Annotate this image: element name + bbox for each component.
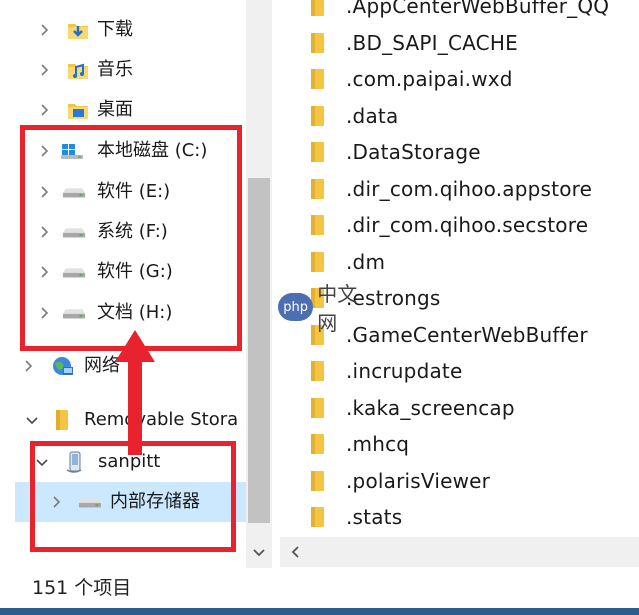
nav-item-label: 桌面 <box>97 99 133 120</box>
downloads-folder-icon <box>66 10 90 50</box>
file-list-item[interactable]: .mhcq <box>280 426 639 462</box>
file-name: .com.paipai.wxd <box>346 67 513 91</box>
file-list-item[interactable]: .data <box>280 98 639 134</box>
file-name: .GameCenterWebBuffer <box>346 322 588 347</box>
chevron-right-icon[interactable] <box>33 50 55 90</box>
watermark: php 中文网 <box>278 282 376 335</box>
file-list-item[interactable]: .dir_com.qihoo.appstore <box>280 171 639 207</box>
file-list-item[interactable]: .dir_com.qihoo.secstore <box>280 207 639 243</box>
pane-splitter[interactable] <box>272 0 280 568</box>
file-name: .BD_SAPI_CACHE <box>346 30 518 55</box>
nav-item-2[interactable]: 桌面 <box>0 90 246 130</box>
nav-scroll-thumb[interactable] <box>248 178 270 523</box>
nav-item-label: 音乐 <box>97 59 133 80</box>
file-list-item[interactable]: .polarisViewer <box>280 463 639 499</box>
chevron-right-icon[interactable] <box>17 346 39 386</box>
file-name: .polarisViewer <box>346 468 491 493</box>
folder-icon <box>308 353 336 389</box>
chevron-right-icon[interactable] <box>33 90 55 130</box>
chevron-down-icon[interactable] <box>21 400 43 440</box>
folder-icon <box>308 0 336 24</box>
nav-item-1[interactable]: 音乐 <box>0 50 246 90</box>
file-list-item[interactable]: .BD_SAPI_CACHE <box>280 25 639 61</box>
watermark-text: 中文网 <box>317 282 358 335</box>
window-bottom-edge <box>0 608 639 615</box>
file-list: .AppCenterWebBuffer_QQ .BD_SAPI_CACHE .com… <box>280 0 639 535</box>
folder-icon <box>308 207 336 243</box>
nav-vertical-scrollbar[interactable] <box>246 0 272 568</box>
scroll-down-icon[interactable] <box>246 542 272 564</box>
chevron-right-icon[interactable] <box>33 10 55 50</box>
annotation-arrow-icon <box>115 330 155 455</box>
file-name: .DataStorage <box>346 140 481 164</box>
file-list-item[interactable]: .stats <box>280 499 639 535</box>
file-list-horizontal-scrollbar[interactable] <box>280 537 639 567</box>
folder-icon <box>308 61 336 97</box>
folder-icon <box>308 25 336 61</box>
annotation-box-local-drives <box>20 125 242 351</box>
status-bar: 151 个项目 <box>0 568 639 608</box>
folder-icon <box>308 499 336 535</box>
file-name: .stats <box>346 505 403 529</box>
folder-icon <box>308 390 336 426</box>
folder-icon <box>308 171 336 207</box>
folder-icon <box>308 244 336 280</box>
file-list-item[interactable]: .com.paipai.wxd <box>280 61 639 97</box>
file-name: .incrupdate <box>346 359 463 383</box>
file-list-item[interactable]: .DataStorage <box>280 134 639 170</box>
folder-icon <box>308 134 336 170</box>
file-name: .data <box>346 103 399 128</box>
folder-icon <box>308 426 336 462</box>
file-list-item[interactable]: .incrupdate <box>280 353 639 389</box>
network-icon <box>50 346 74 386</box>
folder-icon <box>50 400 74 440</box>
nav-item-label: 下载 <box>97 19 133 40</box>
nav-item-0[interactable]: 下载 <box>0 10 246 50</box>
file-name: .dir_com.qihoo.secstore <box>346 213 589 237</box>
file-name: .mhcq <box>346 432 410 456</box>
nav-item-label: Removable Stora <box>84 409 239 430</box>
folder-icon <box>308 98 336 134</box>
file-name: .dir_com.qihoo.appstore <box>346 176 593 201</box>
item-count: 151 个项目 <box>32 577 132 599</box>
scroll-left-icon[interactable] <box>286 541 306 563</box>
desktop-folder-icon <box>66 90 90 130</box>
file-list-item[interactable]: .AppCenterWebBuffer_QQ <box>280 0 639 24</box>
file-list-item[interactable]: .dm <box>280 244 639 280</box>
file-name: .dm <box>346 249 386 274</box>
file-name: .AppCenterWebBuffer_QQ <box>346 0 610 18</box>
music-folder-icon <box>66 50 90 90</box>
file-name: .kaka_screencap <box>346 395 515 420</box>
folder-icon <box>308 463 336 499</box>
file-list-item[interactable]: .kaka_screencap <box>280 390 639 426</box>
annotation-box-phone-storage <box>30 441 236 552</box>
watermark-badge: php <box>278 293 314 321</box>
